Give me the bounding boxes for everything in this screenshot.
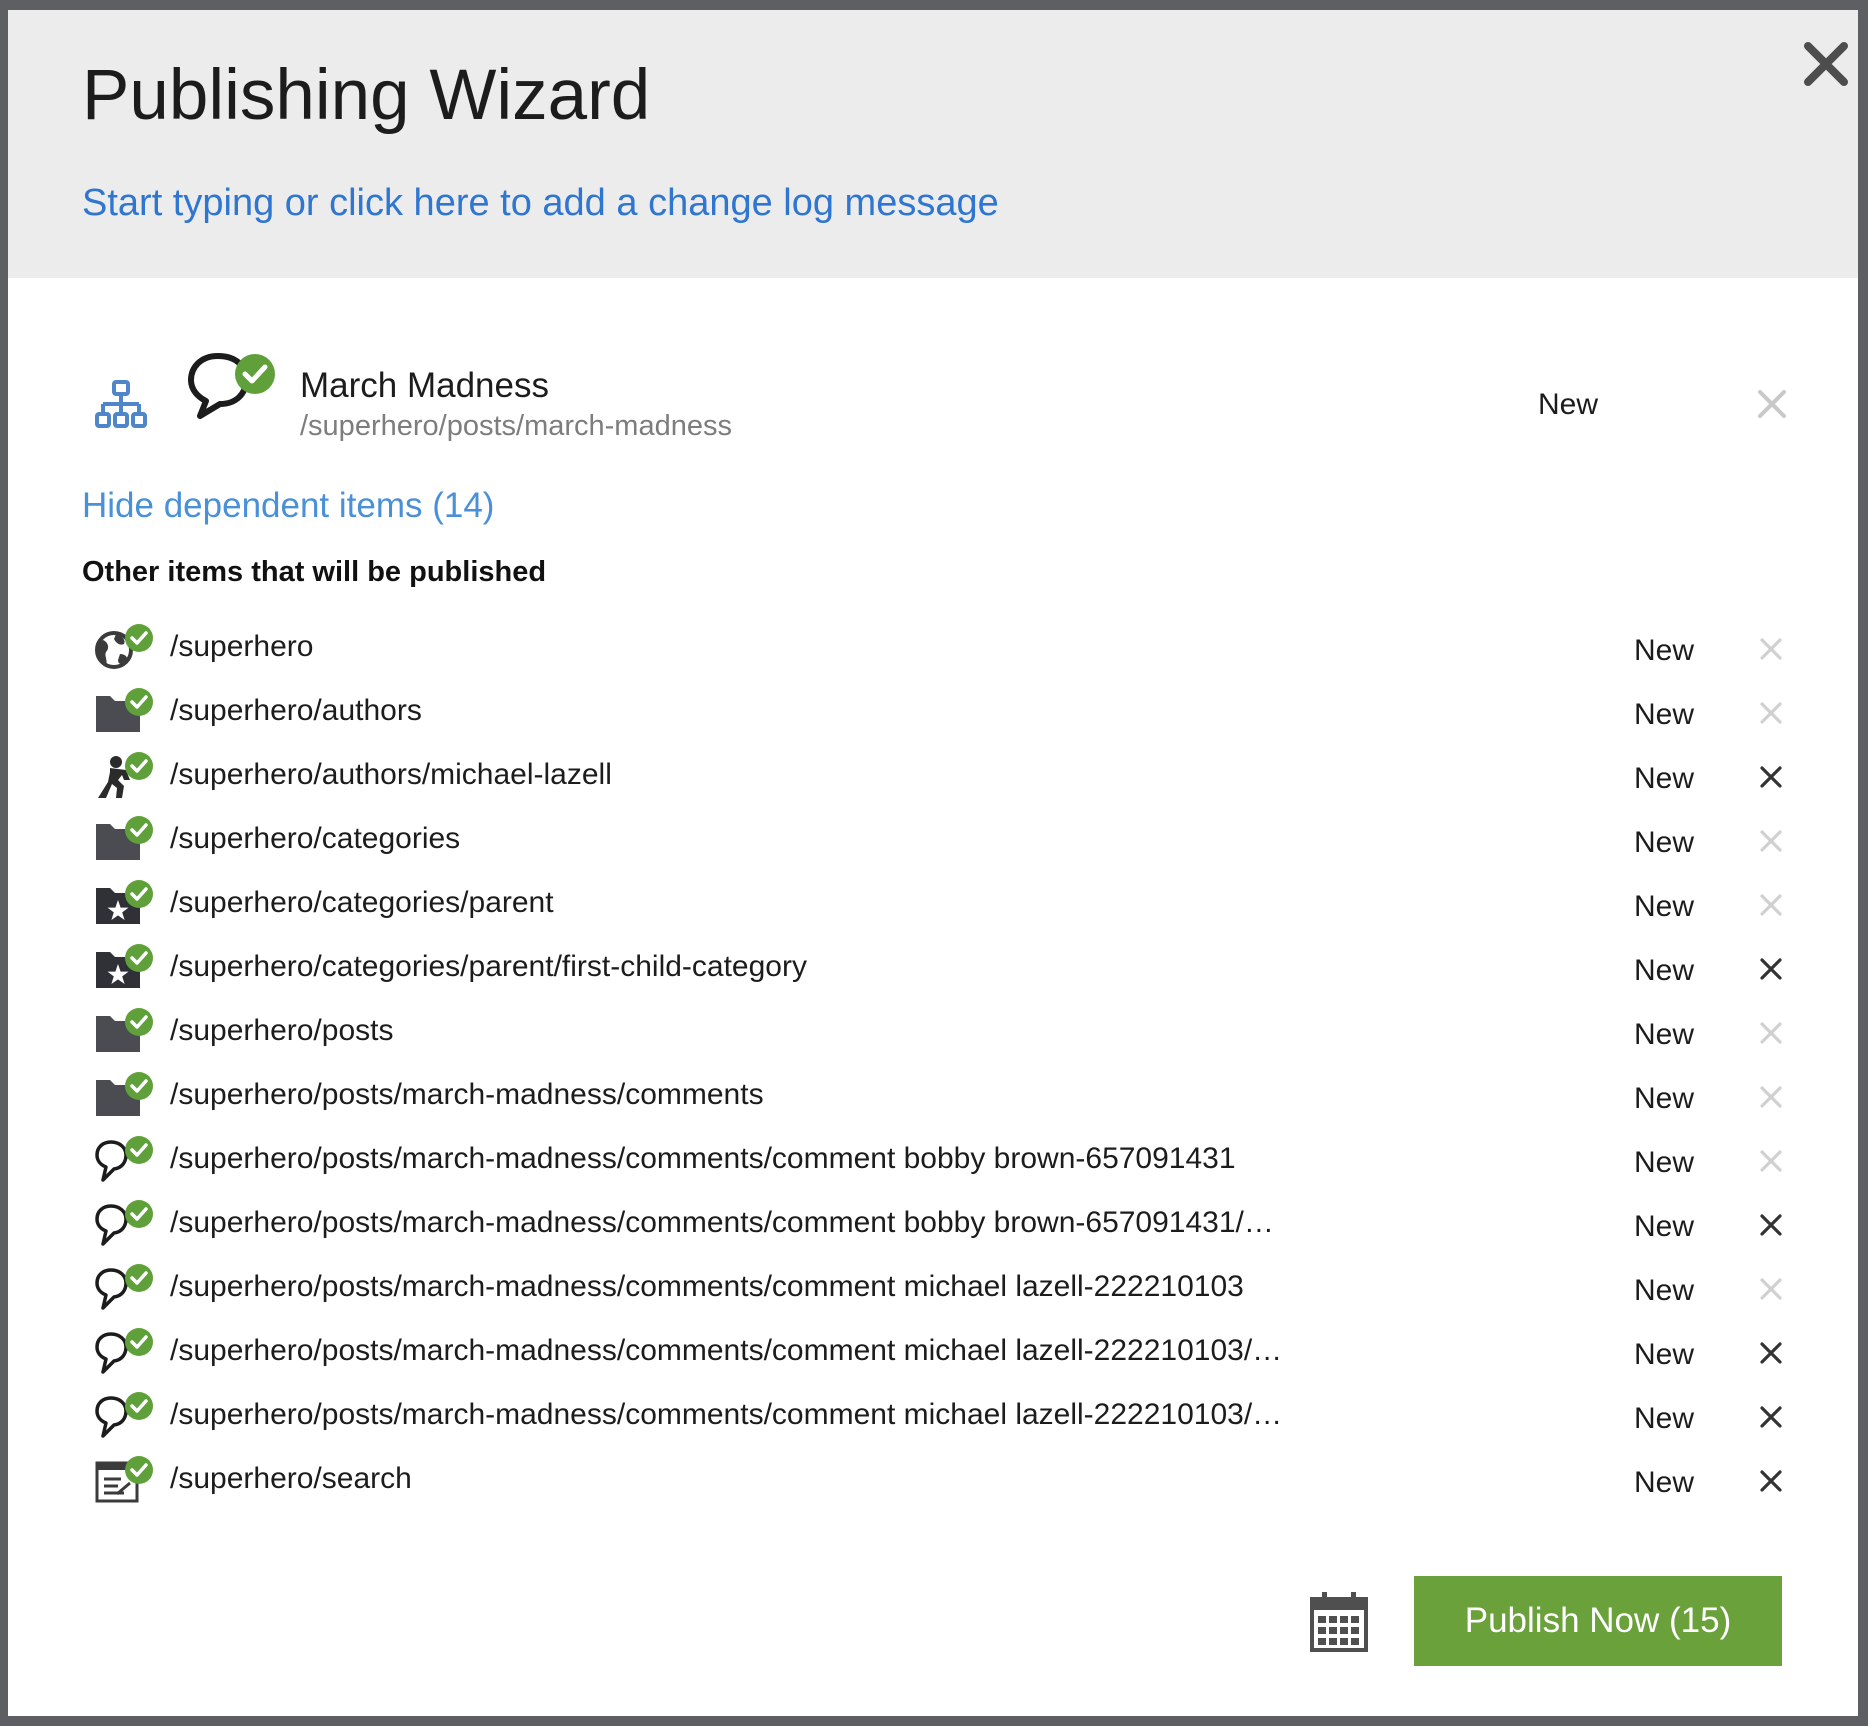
- publish-now-button[interactable]: Publish Now (15): [1414, 1576, 1782, 1666]
- remove-item-icon: [1760, 1278, 1782, 1300]
- change-log-message-link[interactable]: Start typing or click here to add a chan…: [82, 184, 999, 222]
- dependent-item-status: New: [1634, 826, 1695, 859]
- folder-icon: [94, 814, 156, 864]
- dependent-item-status: New: [1634, 954, 1695, 987]
- dependent-item-status: New: [1634, 890, 1695, 923]
- main-item-title: March Madness: [300, 366, 549, 405]
- remove-item-icon: [1760, 1086, 1782, 1108]
- remove-item-icon[interactable]: [1760, 1342, 1782, 1364]
- remove-item-icon: [1760, 702, 1782, 724]
- dependent-item-status: New: [1634, 1274, 1695, 1307]
- globe-icon: [94, 622, 156, 672]
- dependent-item-status: New: [1634, 1146, 1695, 1179]
- dependent-item-status: New: [1634, 698, 1695, 731]
- remove-item-icon: [1760, 638, 1782, 660]
- dialog-header: Publishing Wizard Start typing or click …: [8, 10, 1858, 278]
- dialog-title: Publishing Wizard: [82, 56, 651, 135]
- main-item-status: New: [1538, 388, 1599, 421]
- remove-item-icon[interactable]: [1760, 1406, 1782, 1428]
- dependent-item-status: New: [1634, 762, 1695, 795]
- comment-icon: [94, 1262, 156, 1312]
- dependent-item-path: /superhero/authors/michael-lazell: [170, 760, 612, 790]
- remove-item-icon[interactable]: [1760, 1470, 1782, 1492]
- dependent-item-path: /superhero/search: [170, 1464, 412, 1494]
- remove-item-icon: [1760, 830, 1782, 852]
- dependent-item-path: /superhero/posts/march-madness/comments/…: [170, 1272, 1244, 1302]
- publishing-wizard-dialog: Publishing Wizard Start typing or click …: [8, 10, 1858, 1716]
- comment-icon: [94, 1134, 156, 1184]
- dependent-item-status: New: [1634, 1018, 1695, 1051]
- comment-icon: [94, 1326, 156, 1376]
- dependent-item-row: /superhero/posts/march-madness/comments/…: [8, 1320, 1858, 1384]
- dependent-item-row: /superhero/categories/parent/first-child…: [8, 936, 1858, 1000]
- comment-icon: [94, 1198, 156, 1248]
- dependent-item-status: New: [1634, 634, 1695, 667]
- author-icon: [94, 750, 156, 800]
- dependent-item-path: /superhero/posts: [170, 1016, 394, 1046]
- category-icon: [94, 878, 156, 928]
- sitemap-icon[interactable]: [94, 378, 150, 434]
- dependent-items-list: /superhero New/superhero/authors New/super…: [8, 616, 1858, 1512]
- remove-item-icon[interactable]: [1760, 766, 1782, 788]
- dependent-item-row: /superhero/search New: [8, 1448, 1858, 1512]
- dependent-item-path: /superhero/categories/parent/first-child…: [170, 952, 807, 982]
- comment-icon: [94, 1390, 156, 1440]
- remove-item-icon[interactable]: [1760, 958, 1782, 980]
- folder-icon: [94, 686, 156, 736]
- dependent-item-path: /superhero/posts/march-madness/comments/…: [170, 1144, 1236, 1174]
- dependent-item-row: /superhero New: [8, 616, 1858, 680]
- dependent-item-row: /superhero/categories New: [8, 808, 1858, 872]
- remove-item-icon[interactable]: [1760, 1214, 1782, 1236]
- dependent-item-row: /superhero/categories/parent New: [8, 872, 1858, 936]
- remove-item-icon: [1760, 894, 1782, 916]
- dependent-item-status: New: [1634, 1402, 1695, 1435]
- dependent-item-status: New: [1634, 1466, 1695, 1499]
- search-page-icon: [94, 1454, 156, 1504]
- dependent-item-row: /superhero/authors New: [8, 680, 1858, 744]
- hide-dependent-items-link[interactable]: Hide dependent items (14): [82, 488, 494, 523]
- dependent-item-row: /superhero/posts/march-madness/comments N…: [8, 1064, 1858, 1128]
- dependent-item-path: /superhero/posts/march-madness/comments/…: [170, 1400, 1283, 1430]
- main-item-path: /superhero/posts/march-madness: [300, 410, 732, 442]
- dependent-item-path: /superhero/posts/march-madness/comments: [170, 1080, 764, 1110]
- dependent-item-row: /superhero/authors/michael-lazell New: [8, 744, 1858, 808]
- remove-main-item-icon: [1756, 388, 1788, 420]
- dependent-item-row: /superhero/posts/march-madness/comments/…: [8, 1192, 1858, 1256]
- dependent-item-path: /superhero: [170, 632, 314, 662]
- category-icon: [94, 942, 156, 992]
- dependent-item-path: /superhero/posts/march-madness/comments/…: [170, 1336, 1283, 1366]
- dependent-item-status: New: [1634, 1338, 1695, 1371]
- dependents-heading: Other items that will be published: [82, 556, 547, 588]
- dependent-item-path: /superhero/authors: [170, 696, 422, 726]
- remove-item-icon: [1760, 1150, 1782, 1172]
- dependent-item-row: /superhero/posts/march-madness/comments/…: [8, 1256, 1858, 1320]
- main-publish-item: March Madness /superhero/posts/march-mad…: [8, 350, 1858, 450]
- dependent-item-status: New: [1634, 1082, 1695, 1115]
- dependent-item-row: /superhero/posts New: [8, 1000, 1858, 1064]
- chat-bubble-icon: [188, 350, 288, 422]
- folder-icon: [94, 1006, 156, 1056]
- folder-icon: [94, 1070, 156, 1120]
- dependent-item-status: New: [1634, 1210, 1695, 1243]
- dependent-item-path: /superhero/categories/parent: [170, 888, 554, 918]
- dependent-item-row: /superhero/posts/march-madness/comments/…: [8, 1128, 1858, 1192]
- close-icon[interactable]: [1798, 36, 1854, 92]
- dependent-item-path: /superhero/categories: [170, 824, 461, 854]
- remove-item-icon: [1760, 1022, 1782, 1044]
- calendar-icon[interactable]: [1308, 1590, 1370, 1654]
- dependent-item-row: /superhero/posts/march-madness/comments/…: [8, 1384, 1858, 1448]
- dependent-item-path: /superhero/posts/march-madness/comments/…: [170, 1208, 1274, 1238]
